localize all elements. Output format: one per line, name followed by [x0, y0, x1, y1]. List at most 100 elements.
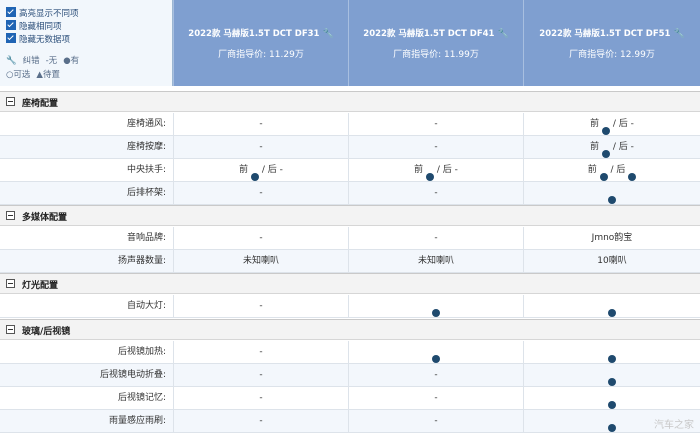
car-column-3[interactable]: 2022款 马赫版1.5T DCT DF51 🔧 厂商指导价: 12.99万 [523, 0, 700, 86]
available-dot-icon: ● [602, 150, 610, 158]
option-hide-same[interactable]: 隐藏相同项 [6, 20, 62, 32]
car-name[interactable]: 2022款 马赫版1.5T DCT DF51 [539, 29, 670, 39]
available-dot-icon: ● [426, 173, 434, 181]
spec-cell: - [173, 410, 348, 432]
car-name[interactable]: 2022款 马赫版1.5T DCT DF31 [188, 29, 319, 39]
section-header[interactable]: 玻璃/后视镜 [0, 319, 700, 340]
legend-row-1: 🔧 纠错 -无 ●有 [6, 54, 85, 66]
row-label: 座椅通风: [126, 119, 166, 129]
spec-cell: 前 ● / 后 - [523, 113, 700, 135]
wrench-icon: 🔧 [6, 56, 17, 66]
spec-cell: ● [523, 364, 700, 386]
checkbox-checked-icon[interactable] [6, 20, 16, 30]
spec-cell: - [348, 410, 523, 432]
spec-cell: Jmno韵宝 [523, 227, 700, 249]
collapse-icon[interactable] [6, 279, 15, 288]
table-row: 后视镜记忆:--● [0, 387, 700, 410]
spec-cell: 前 ● / 后 - [348, 159, 523, 181]
legend-have: ●有 [63, 56, 80, 66]
wrench-icon[interactable]: 🔧 [497, 29, 508, 39]
spec-cell: ● [523, 295, 700, 317]
spec-cell: ● [348, 295, 523, 317]
option-hide-empty[interactable]: 隐藏无数据项 [6, 33, 70, 45]
table-row: 扬声器数量: 未知喇叭 未知喇叭 10喇叭 [0, 250, 700, 273]
available-dot-icon: ● [608, 401, 616, 409]
section-header[interactable]: 多媒体配置 [0, 205, 700, 226]
spec-cell: - [348, 113, 523, 135]
legend-correct[interactable]: 纠错 [23, 56, 40, 66]
row-label: 音响品牌: [126, 233, 166, 243]
spec-cell: - [348, 227, 523, 249]
spec-cell: 未知喇叭 [348, 250, 523, 272]
section-title: 玻璃/后视镜 [22, 327, 71, 337]
display-options-panel: 高亮显示不同项 隐藏相同项 隐藏无数据项 🔧 纠错 -无 ●有 ○可选 ▲待置 [0, 0, 173, 86]
table-row: 后视镜加热:- ● ● [0, 341, 700, 364]
table-row: 座椅按摩:--前 ● / 后 - [0, 136, 700, 159]
table-row: 后视镜电动折叠:--● [0, 364, 700, 387]
section-title: 多媒体配置 [22, 213, 68, 223]
legend-pending: ▲待置 [36, 70, 60, 80]
car-price: 厂商指导价: 11.99万 [393, 50, 479, 60]
checkbox-checked-icon[interactable] [6, 33, 16, 43]
car-price: 厂商指导价: 11.29万 [218, 50, 304, 60]
table-row: 后排杯架:--● [0, 182, 700, 205]
section-title: 灯光配置 [22, 281, 59, 291]
spec-cell: - [348, 136, 523, 158]
available-dot-icon: ● [608, 196, 616, 204]
legend-row-2: ○可选 ▲待置 [6, 68, 66, 80]
wrench-icon[interactable]: 🔧 [673, 29, 684, 39]
row-label: 扬声器数量: [117, 256, 166, 266]
section-title: 座椅配置 [22, 99, 59, 109]
checkbox-checked-icon[interactable] [6, 7, 16, 17]
compare-header: 高亮显示不同项 隐藏相同项 隐藏无数据项 🔧 纠错 -无 ●有 ○可选 ▲待置 2022… [0, 0, 700, 86]
wrench-icon[interactable]: 🔧 [322, 29, 333, 39]
car-price: 厂商指导价: 12.99万 [569, 50, 655, 60]
row-label: 后排杯架: [126, 188, 166, 198]
collapse-icon[interactable] [6, 325, 15, 334]
car-column-2[interactable]: 2022款 马赫版1.5T DCT DF41 🔧 厂商指导价: 11.99万 [348, 0, 523, 86]
row-label: 后视镜加热: [117, 347, 166, 357]
row-label: 中央扶手: [126, 165, 166, 175]
available-dot-icon: ● [251, 173, 259, 181]
car-name[interactable]: 2022款 马赫版1.5T DCT DF41 [363, 29, 494, 39]
spec-cell: 前 ● / 后 - [523, 136, 700, 158]
car-column-1[interactable]: 2022款 马赫版1.5T DCT DF31 🔧 厂商指导价: 11.29万 [173, 0, 348, 86]
watermark: 汽车之家 [654, 420, 694, 431]
available-dot-icon: ● [608, 309, 616, 317]
row-label: 自动大灯: [126, 301, 166, 311]
row-label: 后视镜电动折叠: [99, 370, 166, 380]
row-label: 雨量感应雨刷: [108, 416, 166, 426]
available-dot-icon: ● [432, 355, 440, 363]
available-dot-icon: ● [628, 173, 637, 181]
section-header[interactable]: 座椅配置 [0, 91, 700, 112]
table-row: 雨量感应雨刷:--● [0, 410, 700, 433]
spec-cell: - [173, 295, 348, 317]
available-dot-icon: ● [608, 355, 616, 363]
spec-cell: - [173, 387, 348, 409]
available-dot-icon: ● [608, 424, 616, 432]
spec-cell: - [173, 364, 348, 386]
section-header[interactable]: 灯光配置 [0, 273, 700, 294]
spec-cell: 未知喇叭 [173, 250, 348, 272]
spec-cell: - [348, 182, 523, 204]
legend-optional: ○可选 [6, 70, 31, 80]
row-label: 后视镜记忆: [117, 393, 166, 403]
table-row: 自动大灯:- ● ● [0, 295, 700, 318]
collapse-icon[interactable] [6, 97, 15, 106]
spec-cell: - [173, 136, 348, 158]
available-dot-icon: ● [602, 127, 610, 135]
table-row: 座椅通风:--前 ● / 后 - [0, 113, 700, 136]
spec-cell: ● [348, 341, 523, 363]
spec-cell: 10喇叭 [523, 250, 700, 272]
collapse-icon[interactable] [6, 211, 15, 220]
spec-cell: - [173, 227, 348, 249]
spec-cell: 前 ● / 后 ● [523, 159, 700, 181]
available-dot-icon: ● [608, 378, 616, 386]
spec-cell: ● [523, 387, 700, 409]
available-dot-icon: ● [432, 309, 440, 317]
option-highlight-diff[interactable]: 高亮显示不同项 [6, 7, 79, 19]
available-dot-icon: ● [599, 173, 608, 181]
row-label: 座椅按摩: [126, 142, 166, 152]
spec-cell: - [173, 341, 348, 363]
spec-cell: - [173, 113, 348, 135]
